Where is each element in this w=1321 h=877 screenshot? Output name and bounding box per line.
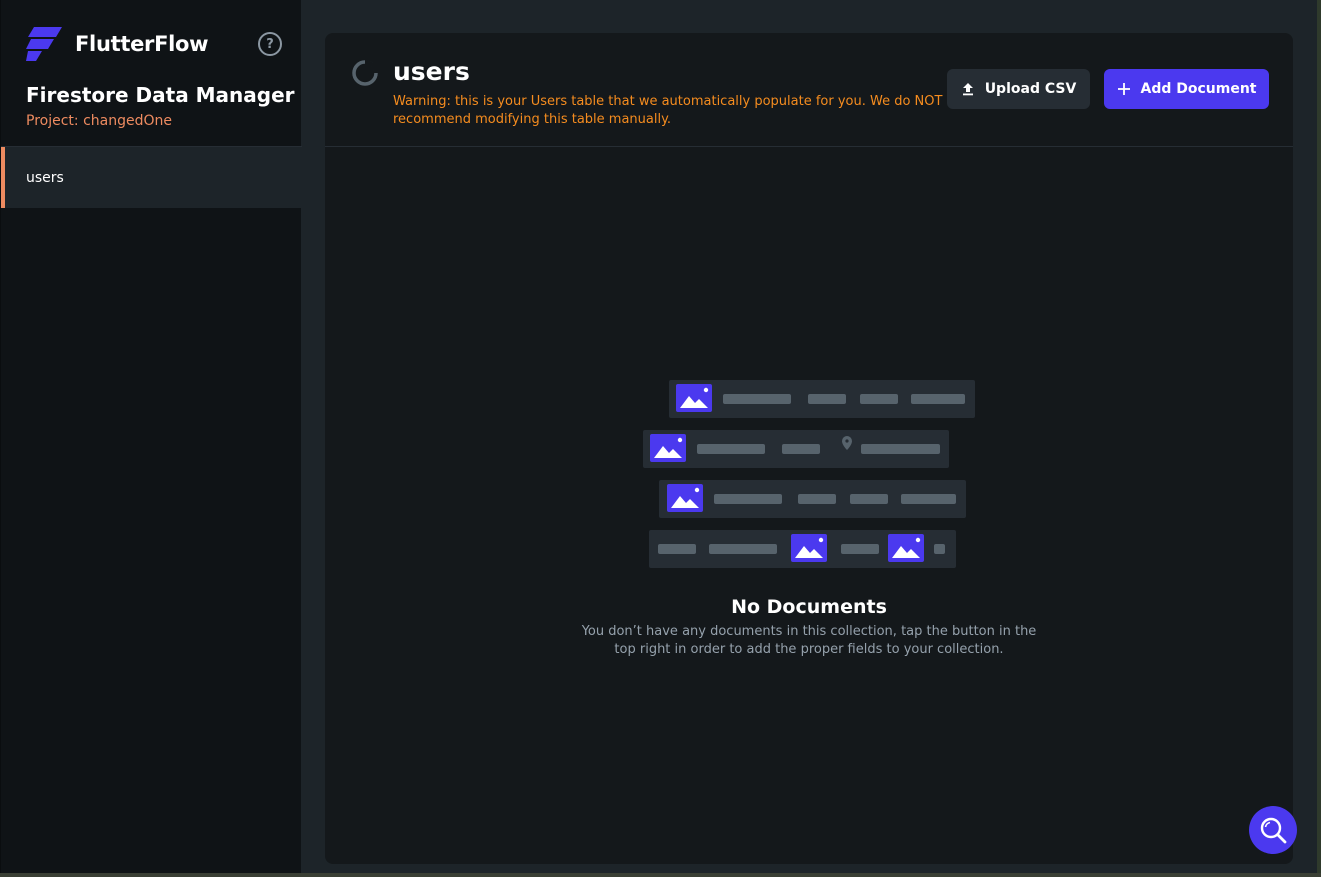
sidebar-title: Firestore Data Manager [26, 83, 295, 107]
collection-title: users [393, 57, 470, 86]
empty-state-description: You don’t have any documents in this col… [581, 624, 1037, 657]
empty-state-title: No Documents [731, 596, 887, 618]
upload-csv-label: Upload CSV [984, 81, 1077, 97]
upload-icon [961, 82, 975, 96]
flutterflow-logo-icon [26, 27, 62, 61]
add-document-label: Add Document [1140, 81, 1257, 97]
sidebar-item-users[interactable]: users [1, 147, 302, 208]
loading-spinner-icon [352, 60, 378, 86]
brand-name: FlutterFlow [75, 32, 209, 56]
sidebar-item-label: users [26, 169, 64, 186]
main-panel: users Warning: this is your Users table … [325, 33, 1293, 864]
sidebar: FlutterFlow ? Firestore Data Manager Pro… [0, 0, 302, 877]
plus-icon [1117, 82, 1131, 96]
search-icon [1260, 817, 1287, 844]
panel-divider [325, 146, 1293, 147]
upload-csv-button[interactable]: Upload CSV [947, 69, 1090, 109]
project-name: Project: changedOne [26, 113, 172, 129]
window-edge [0, 873, 1321, 877]
search-button[interactable] [1249, 806, 1297, 854]
placeholder-row [643, 430, 949, 468]
add-document-button[interactable]: Add Document [1104, 69, 1269, 109]
window-edge [1317, 0, 1321, 877]
empty-state-illustration [643, 380, 975, 568]
warning-text: Warning: this is your Users table that w… [393, 94, 943, 127]
placeholder-row [659, 480, 966, 518]
placeholder-row [669, 380, 975, 418]
placeholder-row [649, 530, 956, 568]
brand: FlutterFlow [26, 26, 209, 62]
help-circle-icon[interactable]: ? [258, 32, 282, 56]
